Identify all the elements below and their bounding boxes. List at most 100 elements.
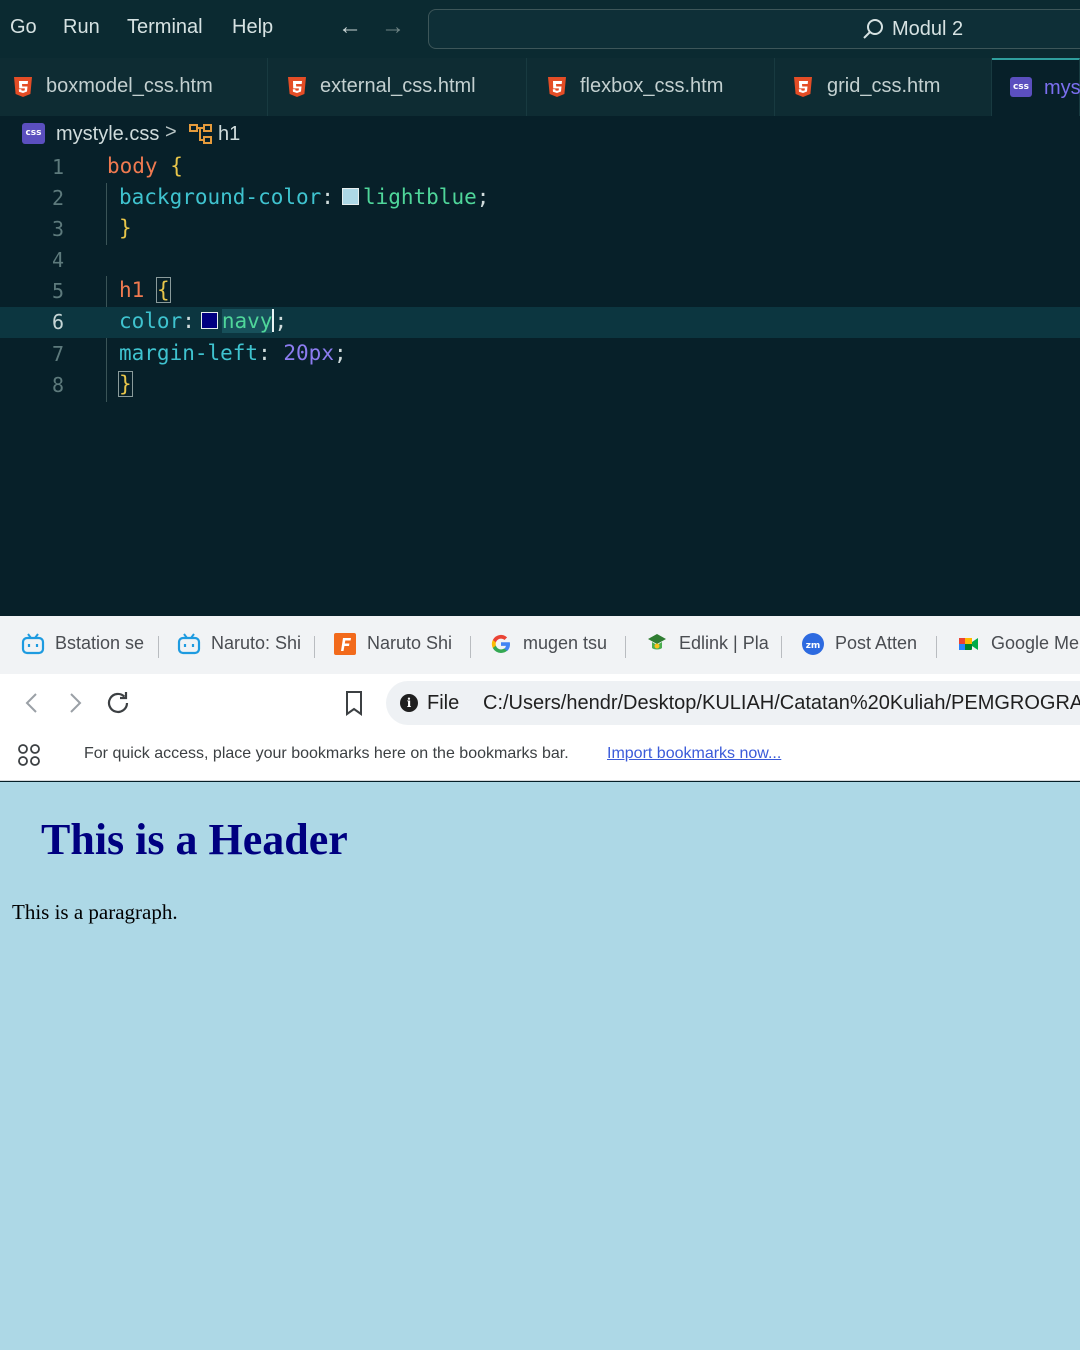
line-number: 2 [51,186,64,210]
color-swatch-icon[interactable] [341,188,359,205]
value-token: 20px [283,341,334,365]
css-file-icon: css [1010,77,1032,97]
code-text: background-color: lightblue; [119,185,490,209]
code-line[interactable]: 3 } [0,214,1080,245]
f-logo-icon [334,633,356,655]
google-icon [491,634,511,654]
tab-label: flexbox_css.htm [580,75,724,97]
html5-icon [14,77,32,97]
browser-tab-label: Post Atten [835,633,918,653]
line-number: 5 [51,279,64,303]
google-meet-icon [959,638,978,650]
code-line[interactable]: 1 body { [0,152,1080,183]
browser-tab-label: mugen tsu [523,633,608,653]
breadcrumb-symbol[interactable]: h1 [218,123,240,146]
page-paragraph: This is a paragraph. [12,900,178,924]
html5-icon [288,77,306,97]
editor-tabs: boxmodel_css.htm external_css.html flexb… [0,58,1080,116]
selector-token: body [107,154,158,178]
site-info-icon[interactable]: i [400,694,418,712]
url-scheme: File [427,692,460,714]
edlink-icon [648,634,666,650]
command-center[interactable]: Modul 2 [428,9,1080,49]
line-number: 7 [51,342,64,366]
browser-toolbar: i File C:/Users/hendr/Desktop/KULIAH/Cat… [0,674,1080,732]
line-number: 6 [51,310,64,334]
tab-mystyle[interactable]: css mys [992,58,1080,116]
import-bookmarks-link[interactable]: Import bookmarks now... [607,745,781,763]
reload-button-icon[interactable] [103,688,133,718]
tab-boxmodel[interactable]: boxmodel_css.htm [0,58,268,116]
browser-tab-label: Naruto: Shi [211,633,302,653]
tab-divider [314,636,315,658]
color-swatch-icon[interactable] [200,312,218,329]
page-viewport: This is a Header This is a paragraph. [0,782,1080,1350]
code-editor[interactable]: 1 body { 2 background-color: lightblue; 3… [0,152,1080,616]
code-text: body { [107,154,183,178]
code-line-current[interactable]: 6 color: navy; [0,307,1080,338]
page-heading: This is a Header [41,815,348,864]
brace-token: { [170,154,183,178]
tab-external[interactable]: external_css.html [268,58,527,116]
html5-icon [548,77,566,97]
line-number: 4 [51,248,64,272]
code-line[interactable]: 5 h1 { [0,276,1080,307]
search-icon [863,19,883,39]
tab-label: mys [1044,77,1080,99]
menu-terminal[interactable]: Terminal [127,16,203,39]
address-bar[interactable]: i File C:/Users/hendr/Desktop/KULIAH/Cat… [386,681,1080,725]
bilibili-tv-icon [21,633,45,655]
menu-go[interactable]: Go [10,16,37,39]
value-token: navy [221,309,273,333]
breadcrumb-separator: > [165,121,177,143]
code-line[interactable]: 2 background-color: lightblue; [0,183,1080,214]
svg-text:zm: zm [806,641,821,651]
tab-label: boxmodel_css.htm [46,75,213,97]
forward-arrow-icon[interactable]: → [381,13,405,41]
line-number: 8 [51,373,64,397]
apps-grid-icon[interactable] [17,742,41,768]
menu-run[interactable]: Run [63,16,100,39]
tab-flexbox[interactable]: flexbox_css.htm [527,58,775,116]
css-selector-symbol-icon [189,124,212,144]
property-token: margin-left [119,341,259,365]
browser-tab-label: Google Me [991,633,1080,653]
browser-tab-label: Bstation se [55,633,145,653]
code-line[interactable]: 7 margin-left: 20px; [0,339,1080,370]
browser-tab-label: Edlink | Pla [679,633,769,653]
code-text: h1 { [119,277,171,303]
url-text[interactable]: C:/Users/hendr/Desktop/KULIAH/Catatan%20… [483,692,1080,715]
breadcrumb: css mystyle.css > h1 [0,116,1080,152]
code-line[interactable]: 4 [0,245,1080,276]
forward-button-icon[interactable] [60,688,90,718]
breadcrumb-file[interactable]: mystyle.css [56,123,159,146]
tab-divider [625,636,626,658]
line-number: 1 [51,155,64,179]
browser-tab-label: Naruto Shi [367,633,453,653]
bookmarks-hint: For quick access, place your bookmarks h… [84,745,569,762]
property-token: background-color [119,185,322,209]
line-number: 3 [51,217,64,241]
zoom-icon: zm [802,633,824,655]
brace-token: { [155,277,171,303]
workspace-name: Modul 2 [892,18,964,40]
bookmark-icon[interactable] [339,688,369,718]
browser-tab-strip: Bstation se Naruto: Shi Naruto Shi mugen… [0,616,1080,674]
menu-help[interactable]: Help [232,16,273,39]
bilibili-tv-icon [177,633,201,655]
code-text: } [119,216,132,240]
tab-divider [936,636,937,658]
tab-label: grid_css.htm [827,75,941,97]
tab-label: external_css.html [320,75,476,97]
title-bar: Go Run Terminal Help ← → Modul 2 [0,0,1080,58]
tab-grid[interactable]: grid_css.htm [775,58,992,116]
html5-icon [794,77,812,97]
tab-divider [158,636,159,658]
brace-token: } [118,371,133,397]
code-line[interactable]: 8 } [0,370,1080,401]
tab-divider [470,636,471,658]
back-arrow-icon[interactable]: ← [338,13,362,41]
back-button-icon[interactable] [17,688,47,718]
tab-divider [781,636,782,658]
code-text: color: navy; [119,309,288,333]
